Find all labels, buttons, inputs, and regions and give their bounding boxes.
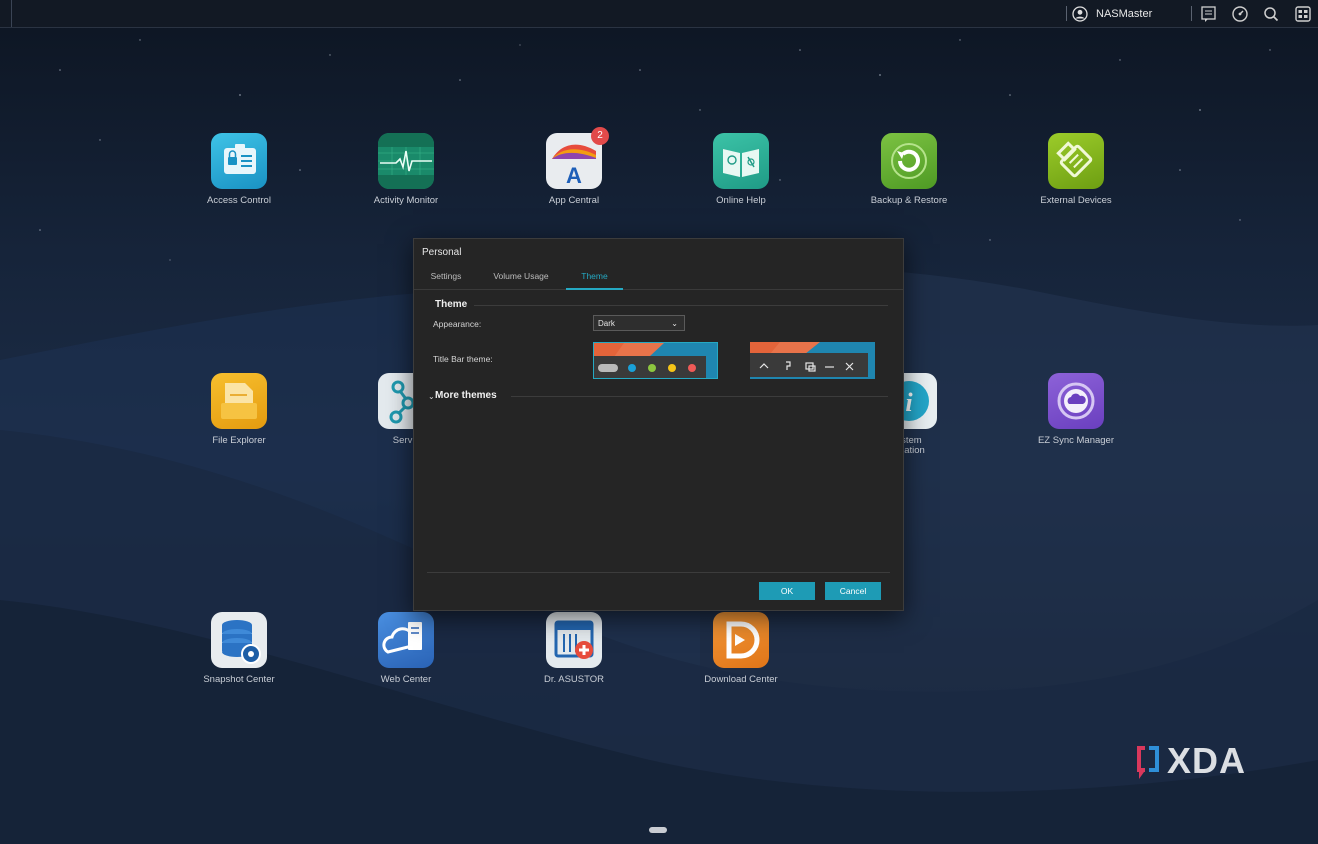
app-activity-monitor[interactable]: Activity Monitor	[336, 133, 476, 206]
app-label: Access Control	[207, 195, 271, 206]
titlebar-theme-option-dots[interactable]	[593, 342, 718, 379]
tab-volume-usage[interactable]: Volume Usage	[488, 265, 554, 288]
app-label: External Devices	[1040, 195, 1112, 206]
app-label: Snapshot Center	[203, 674, 275, 685]
user-icon	[1072, 6, 1088, 22]
app-label: EZ Sync Manager	[1037, 435, 1115, 446]
footer-divider	[427, 572, 890, 573]
titlebar-theme-option-icons[interactable]	[750, 342, 875, 379]
appearance-select[interactable]: Dark ⌄	[593, 315, 685, 331]
theme-section-title: Theme	[435, 299, 468, 310]
titlebar-theme-label: Title Bar theme:	[433, 354, 493, 364]
file-explorer-icon	[211, 373, 267, 429]
user-menu[interactable]: NASMaster	[1072, 4, 1152, 24]
more-themes-toggle[interactable]: More themes	[435, 390, 497, 401]
snapshot-center-icon	[211, 612, 267, 668]
app-dr-asustor[interactable]: Dr. ASUSTOR	[504, 612, 644, 685]
widgets-icon[interactable]	[1294, 5, 1312, 23]
dialog-title: Personal	[422, 247, 462, 258]
tab-theme[interactable]: Theme	[566, 265, 623, 290]
access-control-icon	[211, 133, 267, 189]
appearance-value: Dark	[598, 319, 615, 328]
dr-asustor-icon	[546, 612, 602, 668]
external-devices-icon	[1048, 133, 1104, 189]
xda-watermark: XDA	[1133, 740, 1246, 782]
web-center-icon	[378, 612, 434, 668]
app-online-help[interactable]: Online Help	[671, 133, 811, 206]
app-label: Online Help	[716, 195, 766, 206]
app-label: Download Center	[704, 674, 778, 685]
taskbar-separator	[1066, 6, 1067, 21]
app-ez-sync-manager[interactable]: EZ Sync Manager	[1006, 373, 1146, 446]
tab-settings[interactable]: Settings	[422, 265, 470, 288]
dashboard-icon[interactable]	[1231, 5, 1249, 23]
ok-button[interactable]: OK	[759, 582, 815, 600]
app-label: App Central	[548, 195, 600, 206]
search-icon[interactable]	[1262, 5, 1280, 23]
app-web-center[interactable]: Web Center	[336, 612, 476, 685]
online-help-icon	[713, 133, 769, 189]
dialog-tabs: Settings Volume Usage Theme	[414, 265, 903, 290]
taskbar-left-edge	[0, 0, 12, 27]
download-center-icon	[713, 612, 769, 668]
xda-logo-icon	[1137, 746, 1159, 779]
app-label: Web Center	[380, 674, 432, 685]
section-divider	[474, 305, 888, 306]
svg-text:i: i	[905, 388, 913, 417]
app-label: Activity Monitor	[373, 195, 439, 206]
appearance-label: Appearance:	[433, 319, 482, 329]
taskbar-separator	[1191, 6, 1192, 21]
page-indicator[interactable]	[649, 827, 667, 833]
svg-text:A: A	[566, 163, 582, 188]
username-label: NASMaster	[1096, 8, 1153, 20]
chevron-down-icon: ⌄	[671, 319, 678, 328]
activity-monitor-icon	[378, 133, 434, 189]
app-download-center[interactable]: Download Center	[671, 612, 811, 685]
backup-restore-icon	[881, 133, 937, 189]
ez-sync-manager-icon	[1048, 373, 1104, 429]
app-snapshot-center[interactable]: Snapshot Center	[169, 612, 309, 685]
personal-dialog: Personal Settings Volume Usage Theme The…	[413, 238, 904, 611]
notes-icon[interactable]	[1200, 5, 1218, 23]
section-divider	[511, 396, 888, 397]
app-app-central[interactable]: A App Central	[504, 133, 644, 206]
cancel-button[interactable]: Cancel	[825, 582, 881, 600]
notification-badge: 2	[591, 127, 609, 145]
chevron-down-icon[interactable]: ⌄	[428, 392, 435, 401]
app-label: Dr. ASUSTOR	[543, 674, 604, 685]
taskbar: NASMaster	[0, 0, 1318, 28]
app-access-control[interactable]: Access Control	[169, 133, 309, 206]
app-label: Backup & Restore	[870, 195, 948, 206]
app-backup-restore[interactable]: Backup & Restore	[839, 133, 979, 206]
app-external-devices[interactable]: External Devices	[1006, 133, 1146, 206]
app-file-explorer[interactable]: File Explorer	[169, 373, 309, 446]
xda-watermark-text: XDA	[1167, 740, 1247, 781]
app-label: File Explorer	[212, 435, 266, 446]
